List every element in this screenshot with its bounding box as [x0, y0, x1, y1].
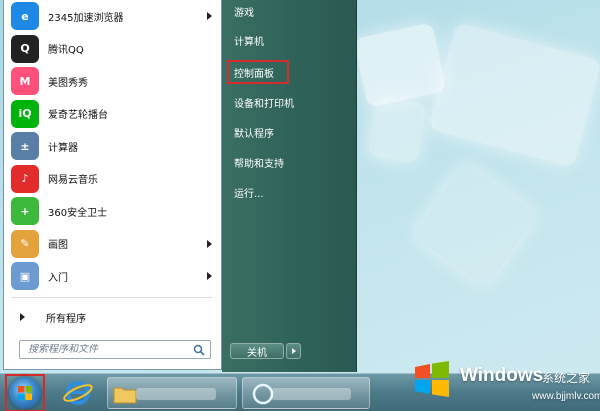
menu-item-label: 设备和打印机: [234, 98, 294, 110]
all-programs-label: 所有程序: [46, 313, 86, 325]
watermark: Windows 系统之家 www.bjjmlv.com: [402, 355, 600, 411]
search-input[interactable]: [28, 344, 188, 355]
arrow-right-icon: [291, 348, 296, 354]
program-item[interactable]: Q 腾讯QQ: [4, 33, 221, 66]
start-search-box[interactable]: [19, 340, 211, 359]
pinned-programs-list: e 2345加速浏览器 Q 腾讯QQ M 美图秀秀 iQ 爱奇艺轮播台 ± 计算器 ♪ 网易云音乐 +3…: [4, 0, 221, 293]
shutdown-label: 关机: [247, 347, 267, 359]
taskbar-internet-explorer[interactable]: [58, 377, 98, 409]
right-item-run[interactable]: 运行...: [228, 181, 348, 203]
start-menu: e 2345加速浏览器 Q 腾讯QQ M 美图秀秀 iQ 爱奇艺轮播台 ± 计算器 ♪ 网易云音乐 +3…: [0, 0, 357, 373]
iqiyi-icon: iQ: [11, 99, 39, 128]
windows-logo-icon: [18, 386, 32, 400]
taskbar-app-button[interactable]: [242, 377, 370, 409]
paint-icon: ✎: [11, 229, 39, 258]
program-label: 计算器: [48, 142, 78, 154]
search-icon[interactable]: [193, 344, 205, 356]
blurred-window-title: [271, 388, 351, 400]
menu-item-label: 计算机: [234, 36, 264, 48]
watermark-brand: Windows: [460, 365, 544, 386]
right-item-control-panel[interactable]: 控制面板: [227, 60, 289, 84]
program-label: 画图: [48, 240, 68, 252]
desktop-ice-decoration: [353, 22, 447, 108]
watermark-url: www.bjjmlv.com: [532, 391, 600, 402]
program-label: 腾讯QQ: [48, 45, 84, 57]
program-label: 2345加速浏览器: [48, 12, 124, 24]
folder-icon: [113, 387, 137, 404]
program-item[interactable]: e 2345加速浏览器: [4, 0, 221, 33]
program-label: 入门: [48, 272, 68, 284]
right-item-default-programs[interactable]: 默认程序: [228, 121, 348, 143]
blurred-window-title: [136, 388, 216, 400]
right-item-help-support[interactable]: 帮助和支持: [228, 151, 348, 173]
start-menu-system-pane: 关机 游戏计算机控制面板设备和打印机 默认程序帮助和支持运行...: [222, 0, 357, 372]
program-item[interactable]: iQ 爱奇艺轮播台: [4, 98, 221, 131]
360-security-icon: +: [11, 197, 39, 226]
windows-logo-icon: [415, 361, 449, 397]
meitu-icon: M: [11, 67, 39, 96]
getting-started-icon: ▣: [11, 262, 39, 291]
program-label: 美图秀秀: [48, 77, 88, 89]
right-item-devices-printers[interactable]: 设备和打印机: [228, 91, 348, 113]
program-label: 网易云音乐: [48, 175, 98, 187]
program-item[interactable]: ▣ 入门: [4, 260, 221, 293]
program-item[interactable]: M 美图秀秀: [4, 65, 221, 98]
qq-penguin-icon: Q: [11, 34, 39, 63]
program-label: 360安全卫士: [48, 207, 108, 219]
start-button[interactable]: [9, 377, 41, 409]
right-item-games[interactable]: 游戏: [228, 0, 348, 22]
separator: [12, 297, 212, 298]
submenu-arrow-icon[interactable]: [207, 12, 212, 21]
watermark-site-name: 系统之家: [542, 371, 591, 385]
desktop-ice-decoration: [412, 162, 538, 288]
all-programs-button[interactable]: 所有程序: [4, 306, 221, 328]
menu-item-label: 运行...: [234, 188, 264, 200]
browser-2345-icon: e: [11, 2, 39, 31]
submenu-arrow-icon[interactable]: [207, 239, 212, 248]
calculator-icon: ±: [11, 132, 39, 161]
submenu-arrow-icon[interactable]: [207, 272, 212, 281]
internet-explorer-icon: [63, 381, 93, 405]
right-item-computer[interactable]: 计算机: [228, 29, 348, 51]
menu-item-label: 控制面板: [234, 68, 274, 80]
start-menu-programs-pane: e 2345加速浏览器 Q 腾讯QQ M 美图秀秀 iQ 爱奇艺轮播台 ± 计算器 ♪ 网易云音乐 +3…: [3, 0, 222, 370]
desktop-ice-decoration: [367, 96, 427, 164]
program-label: 爱奇艺轮播台: [48, 110, 108, 122]
program-item[interactable]: ♪ 网易云音乐: [4, 163, 221, 196]
netease-music-icon: ♪: [11, 164, 39, 193]
taskbar-file-explorer[interactable]: [107, 377, 237, 409]
menu-item-label: 游戏: [234, 7, 254, 19]
shutdown-options-button[interactable]: [286, 343, 301, 359]
program-item[interactable]: ± 计算器: [4, 130, 221, 163]
arrow-right-icon: [20, 313, 25, 321]
menu-item-label: 默认程序: [234, 128, 274, 140]
desktop-ice-decoration: [428, 22, 600, 168]
program-item[interactable]: ✎ 画图: [4, 228, 221, 261]
shutdown-button[interactable]: 关机: [230, 343, 284, 359]
program-item[interactable]: +360安全卫士: [4, 195, 221, 228]
menu-item-label: 帮助和支持: [234, 158, 284, 170]
